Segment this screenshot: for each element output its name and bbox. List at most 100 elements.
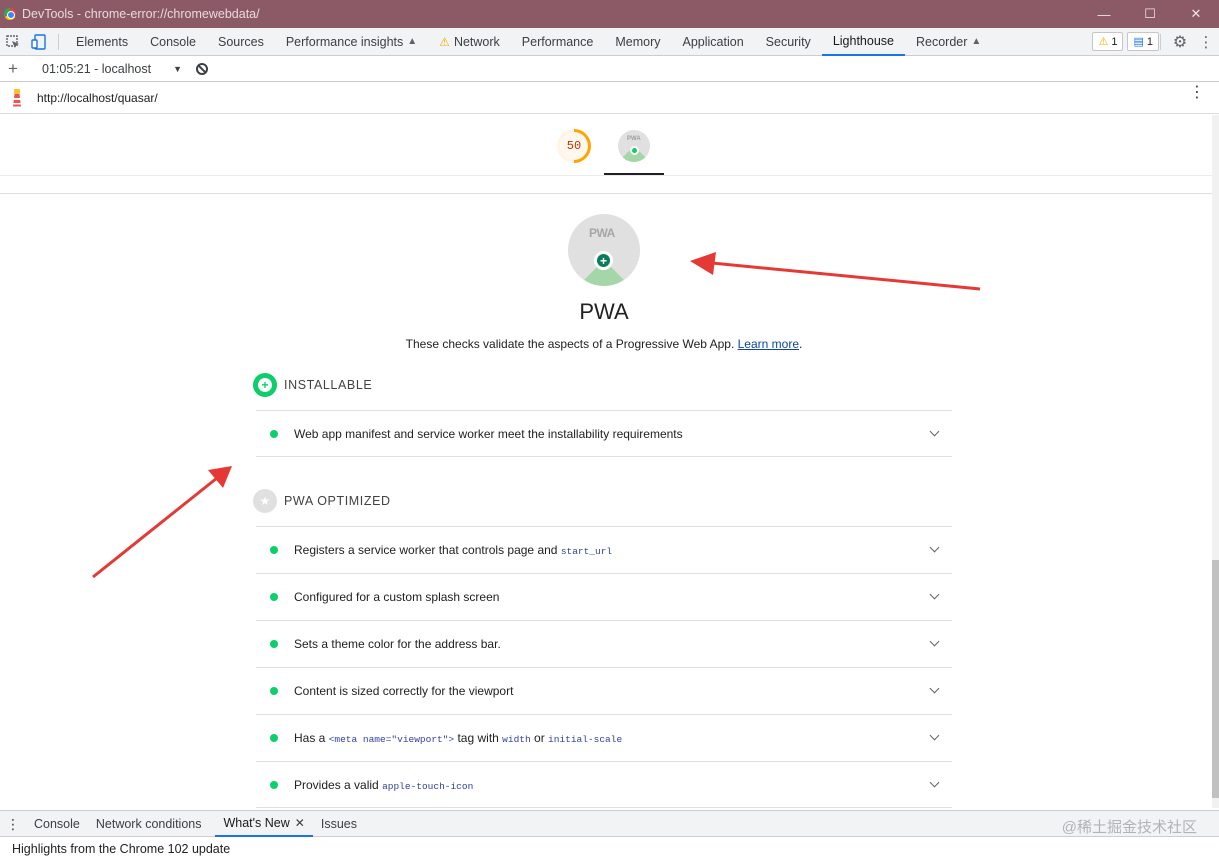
group-optimized-header: ★ PWA OPTIMIZED	[253, 489, 391, 513]
audit-title: Registers a service worker that controls…	[294, 543, 612, 557]
chevron-down-icon[interactable]	[929, 542, 940, 553]
audit-code: initial-scale	[548, 734, 623, 745]
audit-row[interactable]: Registers a service worker that controls…	[256, 526, 952, 573]
whats-new-headline: Highlights from the Chrome 102 update	[12, 842, 231, 856]
group-optimized-title: PWA OPTIMIZED	[284, 494, 391, 508]
star-icon: ★	[253, 489, 277, 513]
pass-indicator	[270, 780, 278, 789]
lighthouse-logo-icon	[10, 88, 24, 107]
report-content: PWA + PWA These checks validate the aspe…	[0, 194, 1212, 808]
message-icon: ▤	[1133, 36, 1144, 48]
window-controls: — ☐ ✕	[1081, 0, 1219, 28]
scrollbar-thumb[interactable]	[1212, 560, 1219, 798]
pass-indicator	[270, 640, 278, 648]
tab-elements[interactable]: Elements	[65, 28, 139, 56]
watermark: @稀土掘金技术社区	[1061, 819, 1197, 836]
tab-performance[interactable]: Performance	[511, 28, 605, 56]
audit-row[interactable]: Provides a valid apple-touch-icon	[256, 761, 952, 808]
tab-security[interactable]: Security	[755, 28, 822, 56]
maximize-button[interactable]: ☐	[1127, 0, 1173, 28]
optimized-audits: Registers a service worker that controls…	[256, 526, 952, 808]
audit-row[interactable]: Has a <meta name="viewport"> tag with wi…	[256, 714, 952, 761]
chrome-logo-icon	[4, 8, 16, 20]
block-icon[interactable]	[196, 62, 209, 75]
tab-network-label: Network	[453, 34, 500, 49]
drawer-content: Highlights from the Chrome 102 update	[0, 837, 1219, 861]
tab-recorder[interactable]: Recorder ▲	[905, 28, 992, 56]
more-vert-icon[interactable]: ⋮	[1189, 85, 1205, 101]
score-value: 50	[560, 132, 588, 160]
warnings-badge[interactable]: ⚠ 1	[1092, 32, 1124, 51]
report-select[interactable]: 01:05:21 - localhost	[42, 62, 151, 76]
tab-performance-insights[interactable]: Performance insights ▲	[275, 28, 428, 56]
audit-text: tag with	[457, 731, 499, 745]
report-url: http://localhost/quasar/	[37, 90, 158, 105]
audit-row[interactable]: Sets a theme color for the address bar.	[256, 620, 952, 667]
audit-row[interactable]: Web app manifest and service worker meet…	[256, 410, 952, 457]
score-gauge[interactable]: 50	[557, 129, 591, 163]
audit-title: Web app manifest and service worker meet…	[294, 426, 683, 441]
description-period: .	[799, 337, 803, 351]
more-vert-icon[interactable]: ⋮	[1193, 28, 1219, 56]
inspect-element-icon[interactable]	[0, 28, 26, 56]
flask-icon: ▲	[971, 36, 982, 47]
group-installable-header: + INSTALLABLE	[253, 373, 372, 397]
installable-icon: +	[253, 373, 277, 397]
category-title: PWA	[579, 299, 629, 324]
group-installable-title: INSTALLABLE	[284, 378, 373, 392]
drawer-tab-whats-new-label: What's New	[223, 815, 290, 830]
chevron-down-icon[interactable]	[929, 730, 940, 741]
messages-count: 1	[1146, 35, 1153, 48]
tab-lighthouse[interactable]: Lighthouse	[821, 28, 905, 56]
chevron-down-icon[interactable]	[929, 683, 940, 694]
audit-code: <meta name="viewport">	[328, 734, 455, 745]
drawer-tab-whats-new[interactable]: What's New ✕	[215, 811, 313, 837]
chevron-down-icon[interactable]	[929, 636, 940, 647]
audit-text: Registers a service worker that controls…	[294, 543, 558, 557]
add-icon[interactable]: +	[0, 59, 26, 79]
installable-audits: Web app manifest and service worker meet…	[256, 410, 952, 457]
device-toolbar-icon[interactable]	[26, 28, 52, 56]
category-description: These checks validate the aspects of a P…	[0, 337, 1208, 351]
minimize-button[interactable]: —	[1081, 0, 1127, 28]
tab-performance-insights-label: Performance insights	[285, 34, 404, 49]
tab-application[interactable]: Application	[672, 28, 755, 56]
tab-sources[interactable]: Sources	[207, 28, 275, 56]
learn-more-link[interactable]: Learn more	[738, 337, 799, 351]
pwa-badge-text: PWA	[627, 136, 641, 142]
score-gauges-bar: 50 PWA	[0, 115, 1212, 175]
audit-text: Has a	[294, 731, 326, 745]
pwa-icon[interactable]: PWA	[618, 130, 650, 162]
tab-console[interactable]: Console	[139, 28, 207, 56]
warning-icon: ⚠	[439, 34, 450, 49]
tab-memory[interactable]: Memory	[604, 28, 671, 56]
chevron-down-icon[interactable]	[929, 589, 940, 600]
toolbar-divider	[58, 33, 59, 50]
audit-title: Provides a valid apple-touch-icon	[294, 778, 473, 792]
tab-recorder-label: Recorder	[915, 34, 968, 49]
chevron-down-icon[interactable]: ▼	[173, 64, 182, 74]
settings-icon[interactable]: ⚙	[1167, 28, 1193, 56]
close-window-button[interactable]: ✕	[1173, 0, 1219, 28]
lighthouse-toolbar: + 01:05:21 - localhost ▼	[0, 56, 1219, 82]
audit-text: Provides a valid	[294, 777, 379, 792]
chevron-down-icon[interactable]	[929, 777, 940, 788]
drawer-tab-console[interactable]: Console	[26, 811, 88, 837]
drawer-tab-network-conditions[interactable]: Network conditions	[88, 811, 210, 837]
audit-row[interactable]: Content is sized correctly for the viewp…	[256, 667, 952, 714]
warning-icon: ⚠	[1098, 36, 1109, 48]
pass-indicator	[270, 734, 278, 742]
audit-row[interactable]: Configured for a custom splash screen	[256, 573, 952, 620]
window-titlebar: DevTools - chrome-error://chromewebdata/…	[0, 0, 1219, 28]
more-vert-icon[interactable]: ⋮	[0, 817, 26, 831]
audit-title: Configured for a custom splash screen	[294, 590, 500, 604]
drawer-tab-issues[interactable]: Issues	[313, 811, 365, 837]
drawer-tabbar: ⋮ Console Network conditions What's New ✕…	[0, 810, 1219, 837]
report-scrollbar[interactable]	[1212, 115, 1219, 808]
audit-code: start_url	[560, 546, 613, 557]
tab-network[interactable]: ⚠ Network	[428, 28, 511, 56]
chevron-down-icon[interactable]	[929, 426, 940, 437]
close-icon[interactable]: ✕	[295, 816, 305, 830]
toolbar-divider	[1160, 34, 1161, 50]
pass-indicator	[270, 546, 278, 554]
